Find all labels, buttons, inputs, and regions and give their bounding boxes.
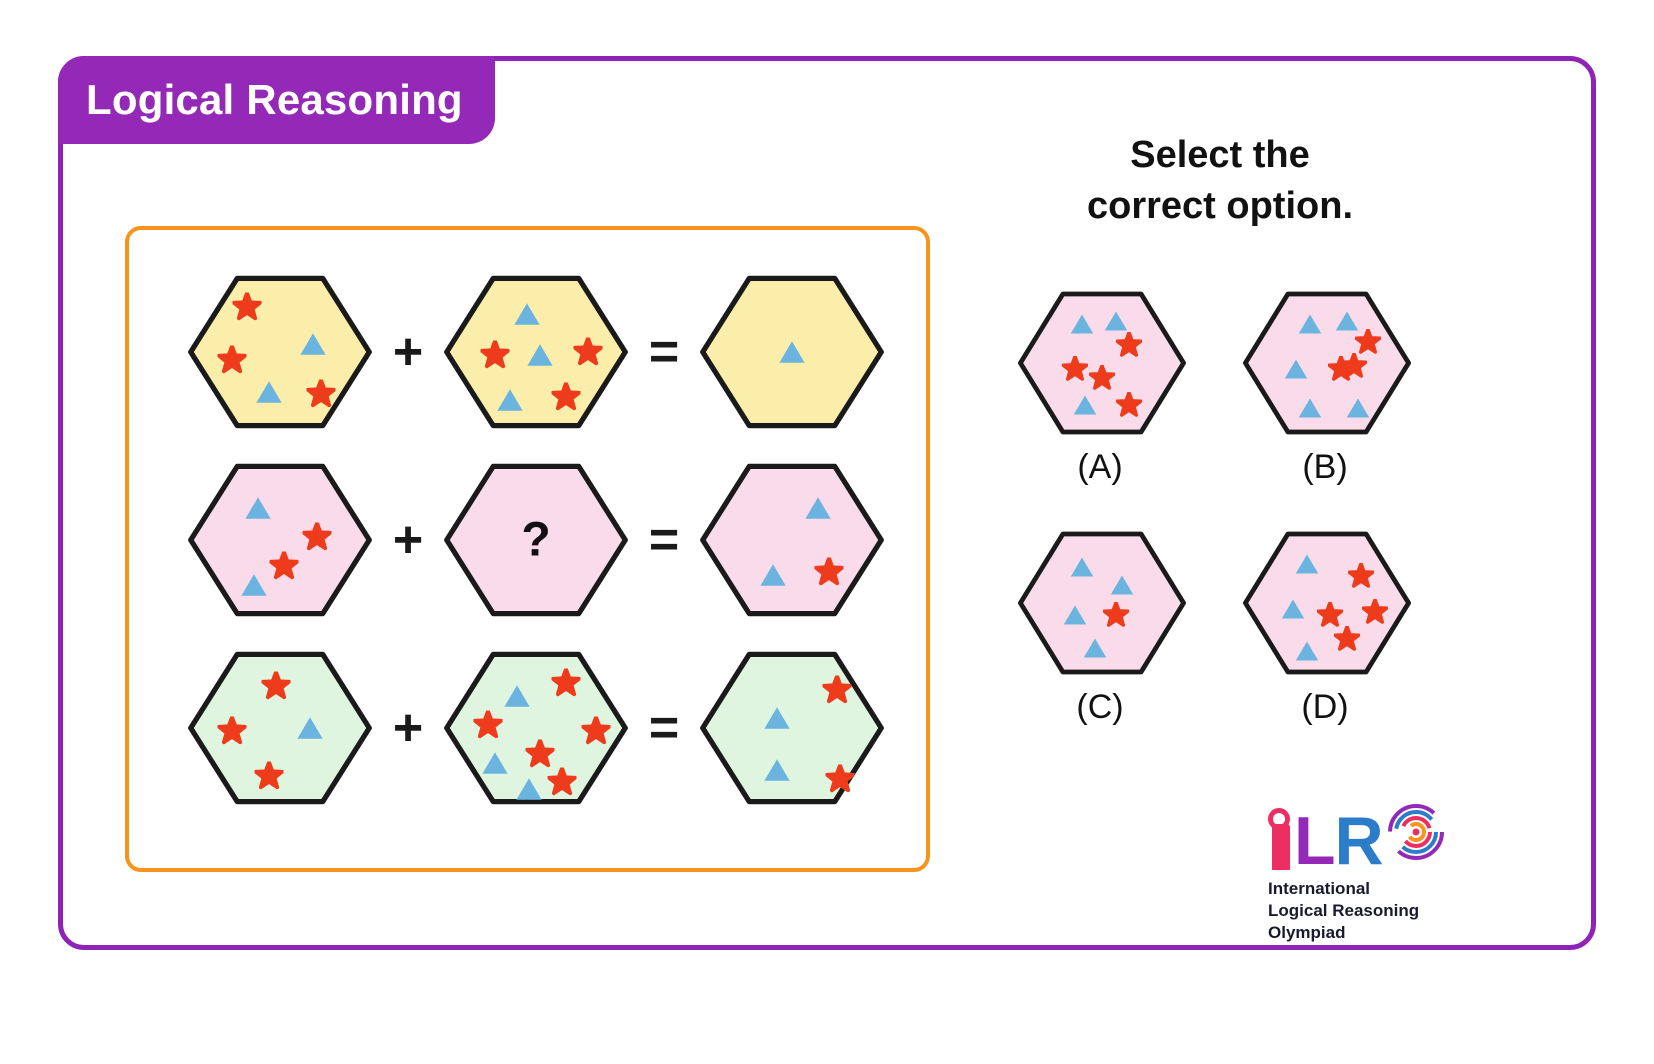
row-yellow-result xyxy=(699,272,885,432)
equation-row-1: + = xyxy=(129,272,934,432)
row-green-operand-2 xyxy=(443,648,629,808)
answer-options: (A) (B) (C) (D) xyxy=(1000,288,1450,768)
plus-operator: + xyxy=(392,323,424,381)
row-pink-operand-2: ? xyxy=(443,460,629,620)
logo-letter-L: L xyxy=(1294,803,1336,880)
option-a-hexagon xyxy=(1017,288,1187,438)
equation-row-3: + = xyxy=(129,648,934,808)
logo-letter-R: R xyxy=(1334,803,1384,880)
option-hexagon-wrapper xyxy=(1242,528,1412,678)
answer-option-d[interactable]: (D) xyxy=(1225,528,1450,768)
row-green-result xyxy=(699,648,885,808)
logo-tagline: International Logical Reasoning Olympiad xyxy=(1268,878,1498,943)
option-hexagon-wrapper xyxy=(1242,288,1412,438)
logo-tagline-line-3: Olympiad xyxy=(1268,922,1346,942)
row-green-left-hexagon xyxy=(187,648,373,808)
answer-option-c[interactable]: (C) xyxy=(1000,528,1225,768)
option-label: (C) xyxy=(1076,688,1124,726)
ilro-logo: L R International Logical Reasoning Olym… xyxy=(1268,792,1498,943)
row-green-result-hexagon xyxy=(699,648,885,808)
instruction-line-1: Select the xyxy=(1130,134,1310,176)
logo-swirl-icon xyxy=(1385,801,1447,868)
option-hexagon-wrapper xyxy=(1017,288,1187,438)
equals-operator: = xyxy=(648,699,680,757)
option-hexagon-wrapper xyxy=(1017,528,1187,678)
logo-wordmark: L R xyxy=(1268,792,1498,880)
section-title-ribbon: Logical Reasoning xyxy=(58,56,495,144)
instruction-line-2: correct option. xyxy=(1086,185,1354,228)
row-green-right-hexagon xyxy=(443,648,629,808)
instruction-text: Select the correct option. xyxy=(1000,130,1440,233)
logo-letter-i-icon xyxy=(1268,808,1294,870)
row-yellow-right-hexagon xyxy=(443,272,629,432)
row-pink-result-hexagon xyxy=(699,460,885,620)
row-green-operand-1 xyxy=(187,648,373,808)
row-pink-result xyxy=(699,460,885,620)
row-pink-right-hexagon: ? xyxy=(443,460,629,620)
answer-option-b[interactable]: (B) xyxy=(1225,288,1450,528)
row-yellow-operand-2 xyxy=(443,272,629,432)
page-title: Logical Reasoning xyxy=(86,76,463,123)
row-pink-left-hexagon xyxy=(187,460,373,620)
answer-option-a[interactable]: (A) xyxy=(1000,288,1225,528)
option-label: (A) xyxy=(1077,448,1123,486)
row-yellow-result-hexagon xyxy=(699,272,885,432)
plus-operator: + xyxy=(392,511,424,569)
equals-operator: = xyxy=(648,323,680,381)
option-label: (D) xyxy=(1301,688,1349,726)
logo-tagline-line-1: International xyxy=(1268,879,1371,898)
row-yellow-operand-1 xyxy=(187,272,373,432)
equals-operator: = xyxy=(648,511,680,569)
puzzle-panel: + = +? = + = xyxy=(125,226,930,872)
equation-row-2: +? = xyxy=(129,460,934,620)
row-pink-operand-1 xyxy=(187,460,373,620)
plus-operator: + xyxy=(392,699,424,757)
option-b-hexagon xyxy=(1242,288,1412,438)
option-c-hexagon xyxy=(1017,528,1187,678)
logo-tagline-line-2: Logical Reasoning xyxy=(1268,900,1420,920)
option-d-hexagon xyxy=(1242,528,1412,678)
row-yellow-left-hexagon xyxy=(187,272,373,432)
option-label: (B) xyxy=(1302,448,1348,486)
